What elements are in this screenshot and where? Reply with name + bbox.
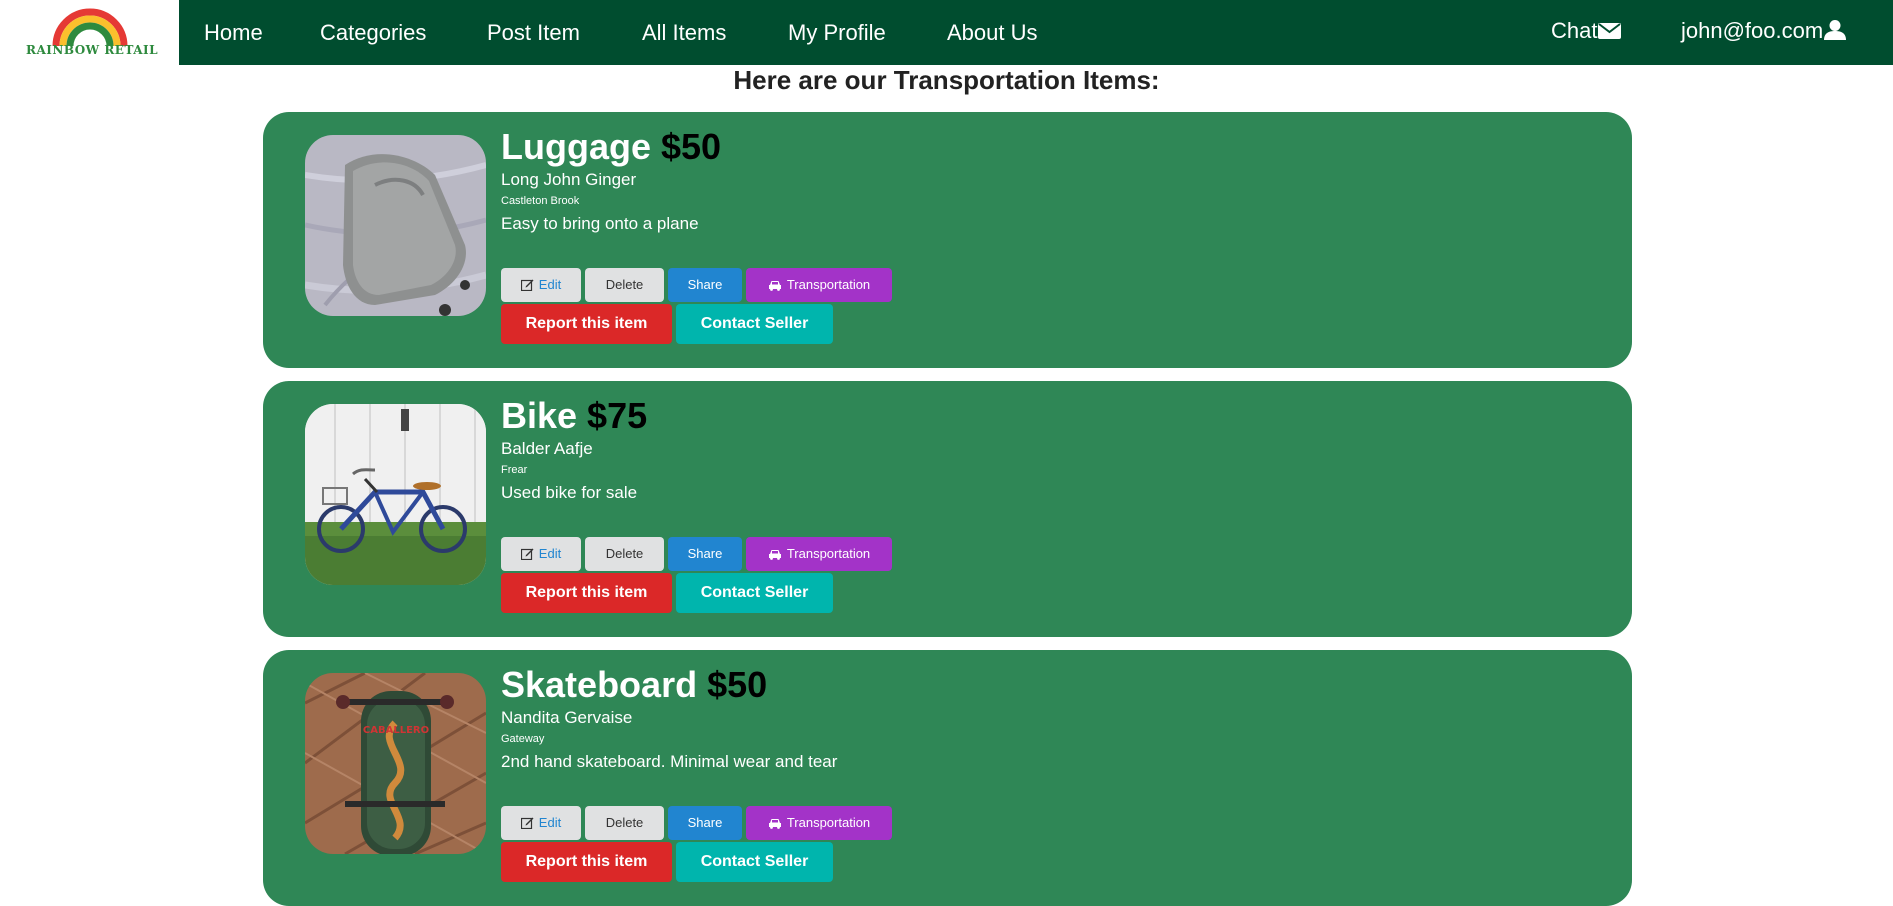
delete-button[interactable]: Delete [585,806,664,840]
category-label: Transportation [786,546,871,561]
edit-label: Edit [538,815,562,830]
item-image-skateboard[interactable]: CABALLERO [305,673,486,854]
contact-seller-button[interactable]: Contact Seller [676,304,833,344]
item-card: Luggage $50 Long John Ginger Castleton Br… [263,112,1632,368]
item-name[interactable]: Luggage [501,126,651,167]
edit-button[interactable]: Edit [501,268,581,302]
nav-post-item[interactable]: Post Item [487,20,580,46]
user-icon [1824,20,1847,40]
category-label: Transportation [786,815,871,830]
item-image-luggage[interactable] [305,135,486,316]
car-icon [768,550,781,560]
item-info: Luggage $50 Long John Ginger Castleton Br… [501,126,1501,234]
category-button[interactable]: Transportation [746,537,892,571]
seller-name: Balder Aafje [501,439,593,458]
user-email: john@foo.com [1681,18,1824,43]
delete-button[interactable]: Delete [585,268,664,302]
seller-name: Long John Ginger [501,170,637,189]
nav-all-items[interactable]: All Items [642,20,726,46]
item-description: Easy to bring onto a plane [501,214,699,233]
rainbow-icon [52,8,128,46]
edit-icon [520,817,534,830]
share-button[interactable]: Share [668,806,742,840]
svg-text:CABALLERO: CABALLERO [363,725,429,736]
report-button[interactable]: Report this item [501,842,672,882]
nav-user[interactable]: john@foo.com [1681,18,1847,44]
edit-button[interactable]: Edit [501,806,581,840]
category-label: Transportation [786,277,871,292]
brand-logo[interactable]: RAINBOW RETAIL [0,0,179,65]
item-location: Castleton Brook [501,195,580,207]
item-location: Frear [501,464,528,476]
delete-button[interactable]: Delete [585,537,664,571]
page-title: Here are our Transportation Items: [733,65,1160,95]
car-icon [768,281,781,291]
contact-seller-button[interactable]: Contact Seller [676,842,833,882]
nav-home[interactable]: Home [204,20,263,46]
item-description: 2nd hand skateboard. Minimal wear and te… [501,752,838,771]
item-info: Bike $75 Balder Aafje Frear Used bike for… [501,395,1501,503]
item-card: Bike $75 Balder Aafje Frear Used bike for… [263,381,1632,637]
nav-categories[interactable]: Categories [320,20,426,46]
seller-name: Nandita Gervaise [501,708,633,727]
navbar: Home Categories Post Item All Items My P… [179,0,1893,65]
item-card: CABALLERO Skateboard $50 Nandita Gervaise… [263,650,1632,906]
edit-label: Edit [538,277,562,292]
item-description: Used bike for sale [501,483,638,502]
item-price: $75 [587,395,648,436]
item-location: Gateway [501,733,545,745]
edit-label: Edit [538,546,562,561]
share-button[interactable]: Share [668,268,742,302]
nav-chat[interactable]: Chat [1551,18,1622,44]
report-button[interactable]: Report this item [501,573,672,613]
envelope-icon [1598,23,1622,39]
item-price: $50 [661,126,722,167]
category-button[interactable]: Transportation [746,806,892,840]
top-navigation: RAINBOW RETAIL Home Categories Post Item… [0,0,1893,65]
item-name[interactable]: Skateboard [501,664,697,705]
edit-icon [520,279,534,292]
nav-my-profile[interactable]: My Profile [788,20,886,46]
item-image-bike[interactable] [305,404,486,585]
item-name[interactable]: Bike [501,395,577,436]
contact-seller-button[interactable]: Contact Seller [676,573,833,613]
category-button[interactable]: Transportation [746,268,892,302]
item-info: Skateboard $50 Nandita Gervaise Gateway 2… [501,664,1501,772]
chat-label: Chat [1551,18,1598,43]
edit-icon [520,548,534,561]
edit-button[interactable]: Edit [501,537,581,571]
car-icon [768,819,781,829]
share-button[interactable]: Share [668,537,742,571]
report-button[interactable]: Report this item [501,304,672,344]
nav-about-us[interactable]: About Us [947,20,1038,46]
logo-text: RAINBOW RETAIL [26,43,159,57]
item-price: $50 [707,664,768,705]
